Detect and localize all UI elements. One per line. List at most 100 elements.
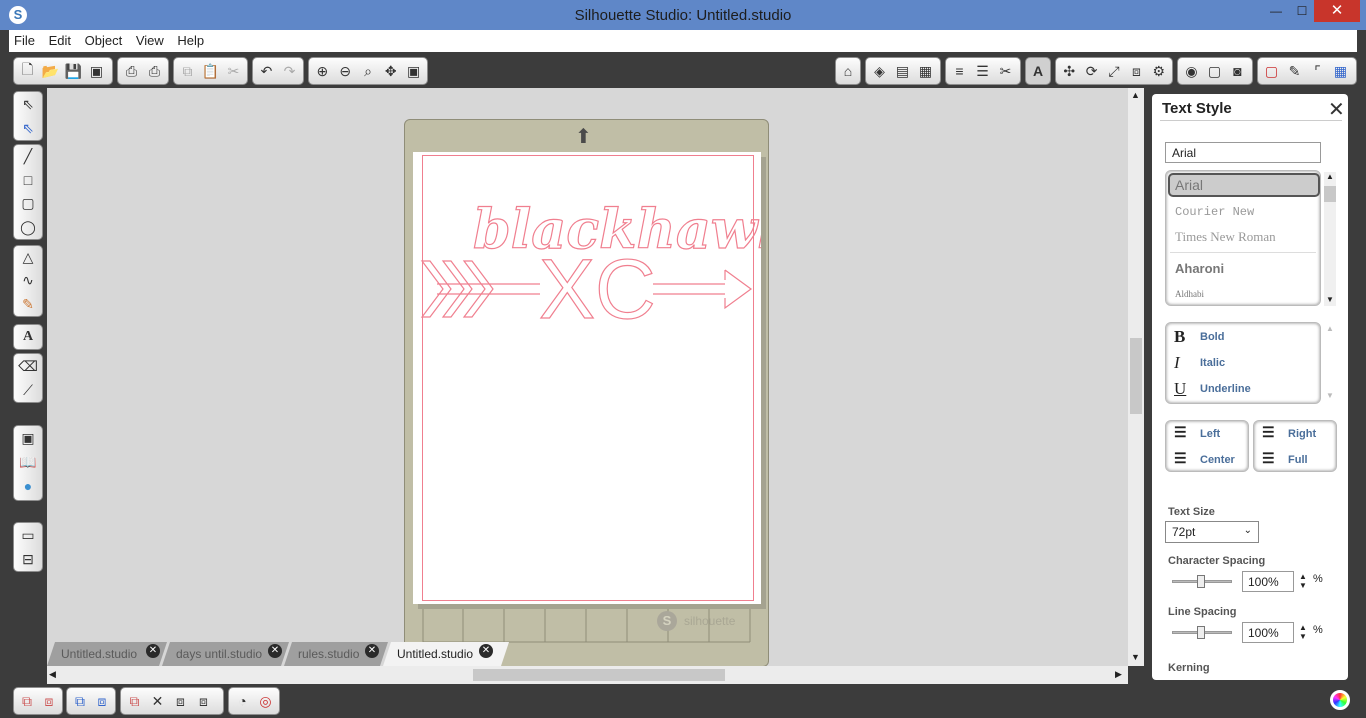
target-icon[interactable]: ◎	[254, 690, 277, 712]
close-icon[interactable]: ✕	[1328, 97, 1345, 122]
fit-to-page-icon[interactable]: ▣	[402, 60, 425, 82]
line-style-icon[interactable]: ☰	[971, 60, 994, 82]
font-item-courier[interactable]: Courier New	[1175, 205, 1254, 219]
line-spacing-stepper[interactable]: ▲ ▼	[1299, 623, 1307, 641]
underline-button[interactable]: U Underline	[1174, 379, 1251, 399]
font-item-aldhabi[interactable]: Aldhabi	[1175, 289, 1204, 299]
tab-close-icon[interactable]: ✕	[146, 644, 160, 658]
save-icon[interactable]: 💾	[62, 60, 85, 82]
font-list-scrollbar[interactable]: ▲ ▼	[1324, 172, 1336, 306]
select-pointer-icon[interactable]: ⇖	[15, 92, 41, 116]
text-style-icon[interactable]: A	[1028, 60, 1048, 82]
tab-close-icon[interactable]: ✕	[268, 644, 282, 658]
scroll-down-icon[interactable]: ▼	[1324, 391, 1336, 400]
scroll-left-icon[interactable]: ◀	[49, 669, 56, 680]
close-window-button[interactable]: ✕	[1314, 0, 1360, 22]
replicate-icon[interactable]: ⧈	[1125, 60, 1147, 82]
grid-icon[interactable]: ▦	[1329, 60, 1352, 82]
freehand-tool-icon[interactable]: ✎	[15, 293, 41, 316]
sketch-pen-icon[interactable]: ✎	[1283, 60, 1306, 82]
page-setup-icon[interactable]: ◙	[1226, 60, 1249, 82]
weld-icon[interactable]: ◔	[231, 690, 254, 712]
scroll-thumb[interactable]	[1324, 186, 1336, 202]
scroll-up-icon[interactable]: ▲	[1324, 172, 1336, 181]
artwork-letters[interactable]: XC	[538, 241, 656, 336]
slider-thumb[interactable]	[1197, 626, 1205, 639]
maximize-button[interactable]: ☐	[1287, 0, 1317, 22]
font-item-arial[interactable]: Arial	[1175, 177, 1203, 193]
italic-button[interactable]: I Italic	[1174, 353, 1225, 373]
fill-pattern-icon[interactable]: ▦	[914, 60, 937, 82]
menu-edit[interactable]: Edit	[44, 30, 76, 48]
eraser-tool-icon[interactable]: ⌫	[15, 354, 41, 378]
print-icon[interactable]: ⎙	[120, 60, 143, 82]
save-to-sd-icon[interactable]: ▣	[85, 60, 108, 82]
text-tool-icon[interactable]: A	[15, 325, 41, 349]
bring-to-front-icon[interactable]: ⧈	[169, 690, 192, 712]
align-icon[interactable]: ✣	[1058, 60, 1080, 82]
font-list[interactable]: Arial Courier New Times New Roman Aharon…	[1165, 170, 1321, 306]
split-view-icon[interactable]: ⊟	[15, 547, 41, 571]
make-compound-path-icon[interactable]: ⧉	[69, 690, 91, 712]
bold-button[interactable]: B Bold	[1174, 327, 1224, 347]
align-full-button[interactable]: ☰ Full	[1262, 451, 1308, 468]
delete-icon[interactable]: ✕	[146, 690, 169, 712]
rounded-rectangle-tool-icon[interactable]: ▢	[15, 192, 41, 216]
zoom-select-icon[interactable]: ⌕	[357, 60, 380, 82]
horizontal-scrollbar[interactable]: ◀ ▶	[47, 666, 1128, 684]
library-icon[interactable]: 📖	[15, 450, 41, 474]
trace-icon[interactable]: ◉	[1180, 60, 1203, 82]
offset-icon[interactable]: ▢	[1203, 60, 1226, 82]
font-search-input[interactable]: Arial	[1165, 142, 1321, 163]
align-center-button[interactable]: ☰ Center	[1174, 451, 1235, 468]
modify-icon[interactable]: ⚙	[1148, 60, 1170, 82]
copy-icon[interactable]: ⧉	[176, 60, 199, 82]
zoom-in-icon[interactable]: ⊕	[311, 60, 334, 82]
send-to-back-icon[interactable]: ⧈	[192, 690, 215, 712]
group-icon[interactable]: ⧉	[16, 690, 38, 712]
curve-tool-icon[interactable]: ∿	[15, 269, 41, 292]
character-spacing-slider[interactable]	[1172, 575, 1232, 588]
open-folder-icon[interactable]: 📂	[39, 60, 62, 82]
zoom-out-icon[interactable]: ⊖	[334, 60, 357, 82]
line-tool-icon[interactable]: ╱	[15, 145, 41, 169]
menu-view[interactable]: View	[131, 30, 169, 48]
silhouette-store-icon[interactable]: ●	[15, 474, 41, 498]
undo-icon[interactable]: ↶	[255, 60, 278, 82]
tab-close-icon[interactable]: ✕	[365, 644, 379, 658]
align-right-button[interactable]: ☰ Right	[1262, 425, 1316, 442]
fill-color-icon[interactable]: ◈	[868, 60, 891, 82]
menu-object[interactable]: Object	[80, 30, 128, 48]
character-spacing-input[interactable]: 100%	[1242, 571, 1294, 592]
tab-close-icon[interactable]: ✕	[479, 644, 493, 658]
new-document-icon[interactable]: 🗋	[16, 60, 39, 82]
text-size-select[interactable]: 72pt ⌄	[1165, 521, 1259, 543]
scroll-up-icon[interactable]: ▲	[1131, 90, 1140, 100]
scroll-up-icon[interactable]: ▲	[1324, 324, 1336, 333]
menu-file[interactable]: File	[9, 30, 40, 48]
line-spacing-slider[interactable]	[1172, 626, 1232, 639]
paste-icon[interactable]: 📋	[199, 60, 222, 82]
scroll-right-icon[interactable]: ▶	[1115, 669, 1122, 680]
scale-icon[interactable]: ⤢	[1103, 60, 1125, 82]
cut-scissors-icon[interactable]: ✂	[222, 60, 245, 82]
pan-icon[interactable]: ✥	[379, 60, 402, 82]
design-artwork[interactable]: blackhawk XC	[413, 152, 761, 604]
library-store-icon[interactable]: ⌂	[838, 60, 858, 82]
duplicate-icon[interactable]: ⧉	[123, 690, 146, 712]
color-wheel-icon[interactable]	[1330, 690, 1350, 710]
edit-points-icon[interactable]: ⇖	[15, 116, 41, 140]
scroll-down-icon[interactable]: ▼	[1131, 652, 1140, 662]
line-spacing-input[interactable]: 100%	[1242, 622, 1294, 643]
crop-marks-icon[interactable]: ⌜	[1306, 60, 1329, 82]
rotate-icon[interactable]: ⟳	[1080, 60, 1102, 82]
ungroup-icon[interactable]: ⧈	[38, 690, 60, 712]
print-cut-icon[interactable]: ⎙	[143, 60, 166, 82]
fill-gradient-icon[interactable]: ▤	[891, 60, 914, 82]
knife-tool-icon[interactable]: ⟋	[15, 378, 41, 402]
style-scrollbar[interactable]: ▲ ▼	[1324, 324, 1336, 402]
slider-thumb[interactable]	[1197, 575, 1205, 588]
character-spacing-stepper[interactable]: ▲ ▼	[1299, 572, 1307, 590]
line-color-icon[interactable]: ≡	[948, 60, 971, 82]
design-canvas[interactable]: ⬆ S silhouette blackhawk XC	[47, 88, 1128, 667]
